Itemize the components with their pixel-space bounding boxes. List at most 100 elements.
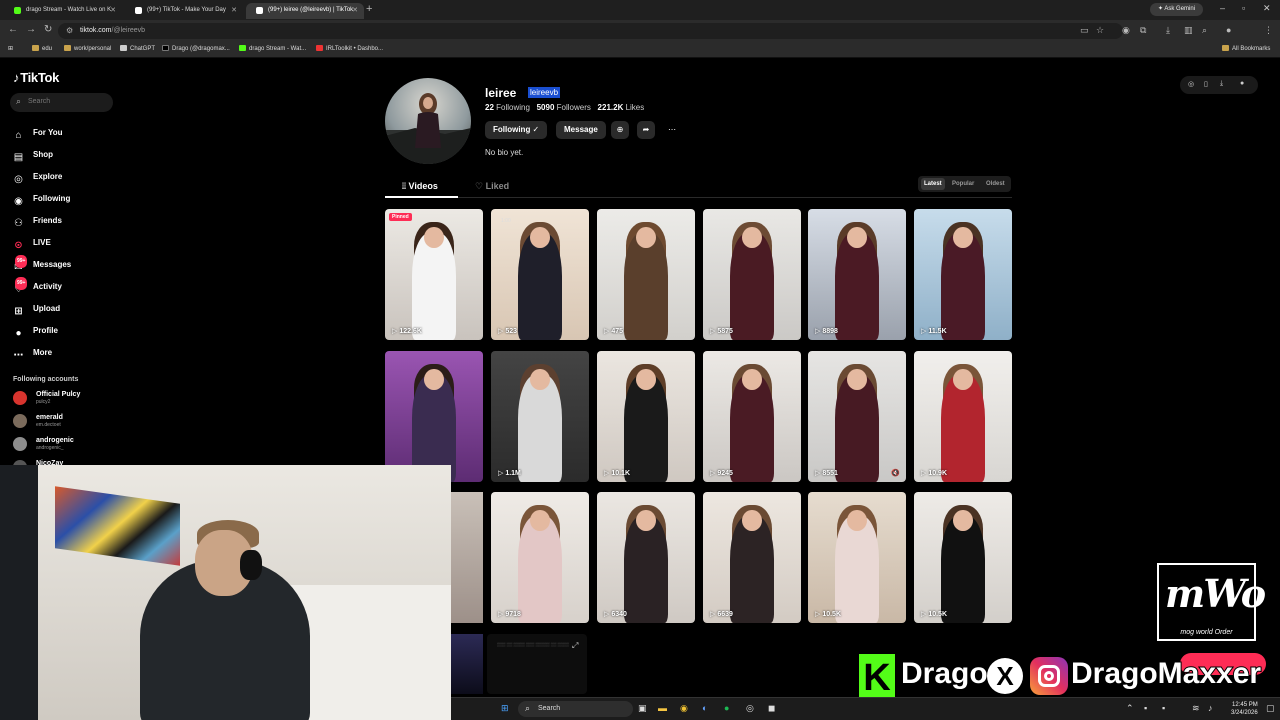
profile-avatar[interactable] (385, 78, 471, 164)
bookmark-chatgpt[interactable]: ChatGPT (120, 45, 155, 52)
mute-icon[interactable]: 🔇 (891, 469, 900, 477)
sidebar-item-following[interactable]: ◉ Following (12, 194, 70, 208)
task-view-icon[interactable]: ▣ (638, 703, 647, 714)
minimize-icon[interactable]: – (1220, 3, 1225, 13)
sidebar-item-explore[interactable]: ◎ Explore (12, 172, 62, 186)
tab-liked[interactable]: ♡ Liked (475, 181, 509, 192)
add-friend-icon[interactable]: ⊕ (611, 121, 629, 139)
video-thumbnail[interactable]: ▷ 10.1K (597, 351, 695, 482)
volume-icon[interactable]: ♪ (1208, 703, 1213, 713)
video-thumbnail[interactable]: ▷ 8551 🔇 (808, 351, 906, 482)
sidebar-item-label: More (33, 348, 53, 357)
video-thumbnail[interactable]: ▷ 10.9K (914, 351, 1012, 482)
bookmark-kick[interactable]: drago Stream - Wat... (239, 45, 306, 52)
sidebar-item-for-you[interactable]: ⌂ For You (12, 128, 62, 142)
bookmark-irltoolkit[interactable]: IRLToolkit • Dashbo... (316, 45, 383, 52)
tiktok-logo[interactable]: ♪TikTok (13, 70, 59, 85)
user-avatar-icon[interactable]: ● (1240, 80, 1244, 87)
video-thumbnail-partial[interactable] (451, 634, 483, 694)
video-thumbnail[interactable]: ▷ 8898 (808, 209, 906, 340)
video-thumbnail[interactable]: ▷ 6340 (597, 492, 695, 623)
tab-kick-stream[interactable]: drago Stream - Watch Live on K ✕ (4, 3, 122, 19)
menu-icon[interactable]: ⋮ (1264, 25, 1273, 36)
chrome-icon[interactable]: ◉ (680, 703, 688, 714)
sort-popular[interactable]: Popular (949, 178, 977, 190)
sidebar-item-activity[interactable]: ♡99+ Activity (12, 277, 62, 296)
extension-icon[interactable]: ◉ (1122, 25, 1130, 36)
close-tab-icon[interactable]: ✕ (231, 6, 237, 14)
tab-search-icon[interactable]: ⌕ (1202, 25, 1207, 36)
cast-icon[interactable]: ▭ (1080, 25, 1089, 36)
forward-icon[interactable]: → (26, 24, 36, 35)
close-tab-icon[interactable]: ✕ (352, 6, 358, 14)
bookmark-edu[interactable]: edu (32, 45, 52, 52)
thumbnail-figure (730, 232, 774, 340)
video-thumbnail[interactable]: ▷ 6639 (703, 492, 801, 623)
download-app-icon[interactable]: ⤓ (1220, 80, 1223, 88)
video-thumbnail[interactable]: ▷ 10.5K (914, 492, 1012, 623)
ask-gemini-button[interactable]: ✦ Ask Gemini (1150, 3, 1204, 16)
all-bookmarks[interactable]: All Bookmarks (1222, 45, 1270, 52)
message-button[interactable]: Message (556, 121, 606, 139)
video-thumbnail-partial[interactable] (451, 492, 483, 623)
app-icon[interactable]: ◼ (768, 703, 775, 714)
compass-icon[interactable]: ◎ (1188, 80, 1194, 88)
download-icon[interactable]: ⤓ (1166, 25, 1170, 36)
tab-tiktok-home[interactable]: (99+) TikTok - Make Your Day ✕ (125, 3, 243, 19)
apps-icon[interactable]: ⊞ (8, 45, 13, 52)
taskbar-clock[interactable]: 12:45 PM 3/24/2026 (1231, 701, 1258, 717)
share-icon[interactable]: ➦ (637, 121, 655, 139)
sidepanel-icon[interactable]: ▥ (1184, 25, 1193, 36)
tab-videos[interactable]: ⦙⦙ Videos (402, 181, 438, 192)
wifi-icon[interactable]: ≋ (1192, 703, 1200, 714)
sidebar-item-friends[interactable]: ⚇ Friends (12, 216, 62, 230)
tab-tiktok-profile[interactable]: (99+) leiree (@leireevb) | TikTok ✕ (246, 3, 364, 19)
video-thumbnail[interactable]: ▷ 11.5K (914, 209, 1012, 340)
profile-avatar-icon[interactable]: ● (1226, 25, 1231, 35)
sidebar-item-shop[interactable]: ▤ Shop (12, 150, 53, 164)
maximize-icon[interactable]: ▫ (1242, 3, 1245, 13)
sidebar-item-upload[interactable]: ⊞ Upload (12, 304, 60, 318)
close-tab-icon[interactable]: ✕ (110, 6, 116, 14)
site-info-icon[interactable]: ⚙ (66, 26, 73, 35)
file-explorer-icon[interactable]: ▬ (658, 703, 667, 713)
url-field[interactable]: ⚙ tiktok.com/@leireevb (58, 23, 1123, 39)
video-thumbnail[interactable] (385, 351, 483, 482)
puzzle-icon[interactable]: ⧉ (1140, 25, 1146, 36)
tray-icon[interactable]: ▪ (1144, 703, 1147, 713)
reload-icon[interactable]: ↻ (44, 24, 52, 35)
obs-icon[interactable]: ◎ (746, 703, 754, 714)
video-thumbnail[interactable]: ▷ 9718 (491, 492, 589, 623)
new-tab-button[interactable]: + (366, 3, 372, 15)
back-icon[interactable]: ← (8, 24, 18, 35)
device-icon[interactable]: ▯ (1204, 80, 1208, 88)
tray-chevron-icon[interactable]: ⌃ (1126, 703, 1134, 714)
tray-icon[interactable]: ▪ (1162, 703, 1165, 713)
sort-oldest[interactable]: Oldest (983, 178, 1008, 190)
bookmark-x-drago[interactable]: Drago (@dragomax... (162, 45, 230, 52)
taskbar-search[interactable]: ⌕ Search (518, 701, 633, 717)
bookmark-star-icon[interactable]: ☆ (1096, 25, 1104, 36)
video-thumbnail[interactable]: ▷ 1.1M (491, 351, 589, 482)
sidebar-item-live[interactable]: ⊙ LIVE (12, 238, 50, 252)
video-thumbnail[interactable]: 1:00 ▷ 523 (491, 209, 589, 340)
sidebar-item-messages[interactable]: ✉99+ Messages (12, 255, 71, 274)
more-options-icon[interactable]: ⋯ (663, 121, 681, 139)
spotify-icon[interactable]: ● (724, 703, 729, 713)
steam-icon[interactable]: ◐ (702, 703, 707, 713)
video-thumbnail[interactable]: ▷ 9245 (703, 351, 801, 482)
expand-icon[interactable]: ⤢ (572, 641, 578, 651)
sidebar-item-profile[interactable]: ● Profile (12, 326, 57, 340)
following-button[interactable]: Following ✓ (485, 121, 548, 139)
start-icon[interactable]: ⊞ (501, 703, 509, 714)
close-window-icon[interactable]: ✕ (1263, 3, 1271, 14)
sort-latest[interactable]: Latest (921, 178, 945, 190)
video-thumbnail[interactable]: ▷ 10.5K (808, 492, 906, 623)
video-thumbnail[interactable]: ▷ 5875 (703, 209, 801, 340)
video-thumbnail[interactable]: Pinned ▷ 122.6K (385, 209, 483, 340)
search-input[interactable]: ⌕ Search (10, 93, 113, 112)
sidebar-item-more[interactable]: ⋯ More (12, 348, 53, 362)
notification-icon[interactable]: ▢ (1266, 703, 1275, 714)
video-thumbnail[interactable]: ▷ 475 (597, 209, 695, 340)
bookmark-work[interactable]: work/personal (64, 45, 111, 52)
